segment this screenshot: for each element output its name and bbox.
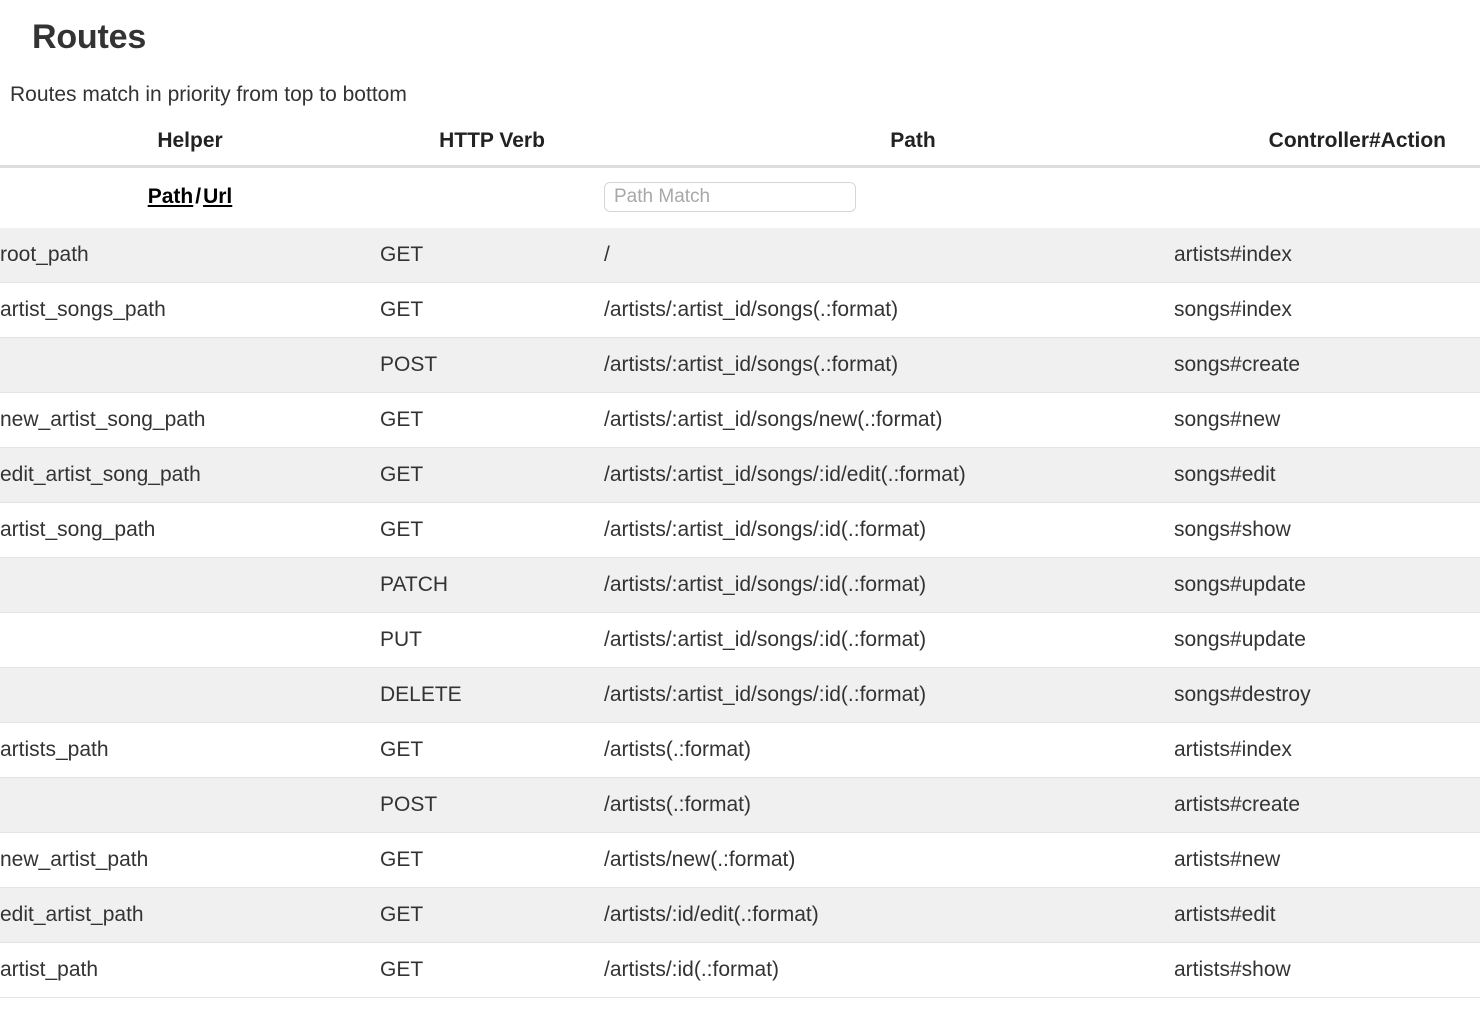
route-helper xyxy=(0,612,380,668)
page-title: Routes xyxy=(32,18,147,56)
route-helper: new_artist_path xyxy=(0,832,380,888)
table-row: artist_songs_path GET/artists/:artist_id/… xyxy=(0,282,1480,338)
route-http-verb: DELETE xyxy=(380,667,604,723)
route-path: /artists/:id(.:format) xyxy=(604,942,1174,998)
table-row: DELETE/artists/:artist_id/songs/:id(.:fo… xyxy=(0,667,1480,723)
table-row: PATCH/artists/:artist_id/songs/:id(.:for… xyxy=(0,557,1480,613)
table-row: root_path GET / artists#index xyxy=(0,228,1480,283)
column-header-http-verb: HTTP Verb xyxy=(380,129,604,168)
route-controller-action: songs#destroy xyxy=(1174,667,1480,723)
route-helper: artist_path xyxy=(0,942,380,998)
route-helper xyxy=(0,557,380,613)
search-row-controller-cell xyxy=(1174,166,1480,228)
route-helper: root_path xyxy=(0,228,380,283)
route-helper: new_artist_song_path xyxy=(0,392,380,448)
route-http-verb: GET xyxy=(380,282,604,338)
route-controller-action: artists#show xyxy=(1174,942,1480,998)
route-path: /artists/:artist_id/songs/:id/edit(.:for… xyxy=(604,447,1174,503)
path-url-toggle: Path/Url xyxy=(0,185,380,209)
route-helper: edit_artist_song_path xyxy=(0,447,380,503)
table-row: POST/artists/:artist_id/songs(.:format) s… xyxy=(0,337,1480,393)
routes-search-row: Path/Url xyxy=(0,166,1480,228)
search-row-path-cell xyxy=(604,166,1174,228)
table-row: edit_artist_song_path GET/artists/:artist… xyxy=(0,447,1480,503)
route-helper: artist_song_path xyxy=(0,502,380,558)
route-http-verb: POST xyxy=(380,777,604,833)
route-path: /artists/:artist_id/songs(.:format) xyxy=(604,337,1174,393)
route-http-verb: GET xyxy=(380,942,604,998)
route-http-verb: GET xyxy=(380,447,604,503)
route-controller-action: songs#create xyxy=(1174,337,1480,393)
route-controller-action: songs#update xyxy=(1174,612,1480,668)
table-row: artist_song_path GET/artists/:artist_id/s… xyxy=(0,502,1480,558)
table-row: POST/artists(.:format) artists#create xyxy=(0,777,1480,833)
table-row: PUT/artists/:artist_id/songs/:id(.:forma… xyxy=(0,612,1480,668)
route-helper xyxy=(0,667,380,723)
route-http-verb: GET xyxy=(380,392,604,448)
route-path: /artists/:artist_id/songs/new(.:format) xyxy=(604,392,1174,448)
route-path: /artists(.:format) xyxy=(604,722,1174,778)
search-row-verb-cell xyxy=(380,166,604,228)
route-controller-action: artists#index xyxy=(1174,722,1480,778)
route-http-verb: POST xyxy=(380,337,604,393)
routes-table-head: Helper HTTP Verb Path Controller#Action xyxy=(0,129,1480,168)
table-row: new_artist_path GET/artists/new(.:format)… xyxy=(0,832,1480,888)
routes-header-row: Helper HTTP Verb Path Controller#Action xyxy=(0,129,1480,168)
route-controller-action: artists#index xyxy=(1174,228,1480,283)
route-http-verb: GET xyxy=(380,228,604,283)
routes-table-body: root_path GET / artists#index artist_songs_p… xyxy=(0,228,1480,998)
route-path: /artists/:artist_id/songs/:id(.:format) xyxy=(604,502,1174,558)
routes-table: Helper HTTP Verb Path Controller#Action … xyxy=(0,129,1480,998)
route-helper xyxy=(0,777,380,833)
column-header-helper: Helper xyxy=(0,129,380,168)
route-controller-action: songs#show xyxy=(1174,502,1480,558)
route-http-verb: GET xyxy=(380,832,604,888)
path-url-toggle-cell: Path/Url xyxy=(0,166,380,228)
route-controller-action: artists#edit xyxy=(1174,887,1480,943)
path-match-search-input[interactable] xyxy=(604,182,856,212)
table-row: artist_path GET/artists/:id(.:format) arti… xyxy=(0,942,1480,998)
column-header-path: Path xyxy=(604,129,1174,168)
table-row: edit_artist_path GET/artists/:id/edit(.:f… xyxy=(0,887,1480,943)
route-http-verb: GET xyxy=(380,502,604,558)
route-path: /artists(.:format) xyxy=(604,777,1174,833)
route-helper: artists_path xyxy=(0,722,380,778)
routes-search-body: Path/Url xyxy=(0,166,1480,228)
path-url-separator: / xyxy=(195,185,202,208)
route-controller-action: artists#new xyxy=(1174,832,1480,888)
route-controller-action: songs#index xyxy=(1174,282,1480,338)
route-helper: edit_artist_path xyxy=(0,887,380,943)
route-controller-action: artists#create xyxy=(1174,777,1480,833)
route-http-verb: GET xyxy=(380,887,604,943)
route-path: /artists/:artist_id/songs(.:format) xyxy=(604,282,1174,338)
table-row: artists_path GET/artists(.:format) artists… xyxy=(0,722,1480,778)
route-http-verb: PUT xyxy=(380,612,604,668)
route-path: /artists/:id/edit(.:format) xyxy=(604,887,1174,943)
table-row: new_artist_song_path GET/artists/:artist_… xyxy=(0,392,1480,448)
route-path: / xyxy=(604,228,1174,283)
route-http-verb: PATCH xyxy=(380,557,604,613)
route-path: /artists/:artist_id/songs/:id(.:format) xyxy=(604,667,1174,723)
route-path: /artists/:artist_id/songs/:id(.:format) xyxy=(604,557,1174,613)
route-controller-action: songs#update xyxy=(1174,557,1480,613)
routes-page: Routes Routes match in priority from top… xyxy=(0,0,1480,998)
route-path: /artists/new(.:format) xyxy=(604,832,1174,888)
route-controller-action: songs#edit xyxy=(1174,447,1480,503)
column-header-controller-action: Controller#Action xyxy=(1174,129,1480,168)
route-helper: artist_songs_path xyxy=(0,282,380,338)
route-helper xyxy=(0,337,380,393)
route-path: /artists/:artist_id/songs/:id(.:format) xyxy=(604,612,1174,668)
path-toggle-link[interactable]: Path xyxy=(148,185,194,208)
route-controller-action: songs#new xyxy=(1174,392,1480,448)
url-toggle-link[interactable]: Url xyxy=(203,185,232,208)
route-http-verb: GET xyxy=(380,722,604,778)
page-subtitle: Routes match in priority from top to bot… xyxy=(10,83,407,106)
